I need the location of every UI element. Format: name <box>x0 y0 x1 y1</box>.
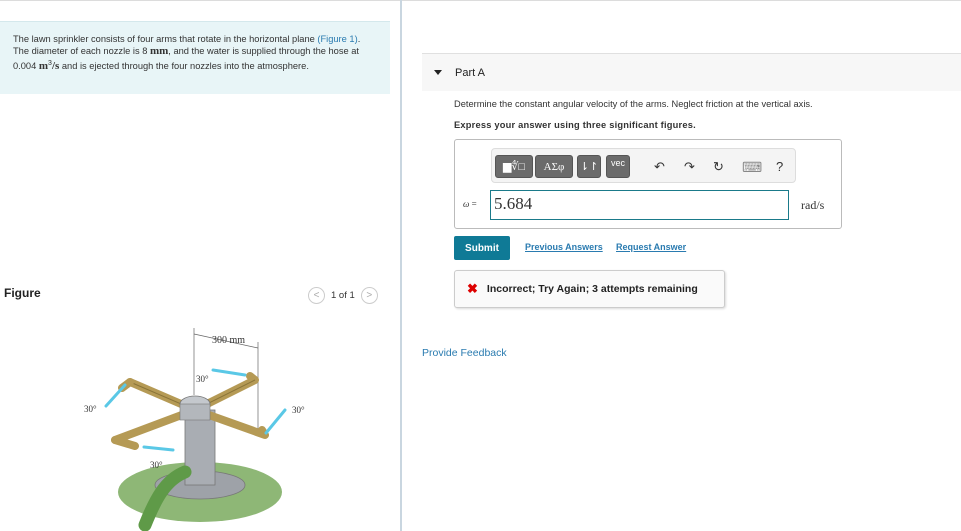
feedback-text: Incorrect; Try Again; 3 attempts remaini… <box>486 283 698 295</box>
figure-link[interactable]: (Figure 1) <box>317 34 357 44</box>
next-figure-button[interactable]: > <box>360 287 378 304</box>
pane-divider[interactable] <box>400 0 402 531</box>
undo-icon[interactable]: ↶ <box>654 159 665 175</box>
feedback-message: ✖ Incorrect; Try Again; 3 attempts remai… <box>454 270 725 308</box>
unit-m: m <box>38 59 49 72</box>
instruction-text: Express your answer using three signific… <box>454 120 696 130</box>
dimension-label: 300 mm <box>212 335 245 346</box>
answer-units: rad/s <box>801 198 825 212</box>
submit-button[interactable]: Submit <box>454 236 510 260</box>
vector-button[interactable]: vec <box>606 155 630 178</box>
answer-box: ▆∜□ ΑΣφ ⇂↾ vec ↶ ↷ ↻ ⌨ ? ω = 5.684 rad/s <box>454 139 842 229</box>
arrows-button[interactable]: ⇂↾ <box>577 155 601 178</box>
question-text: Determine the constant angular velocity … <box>454 99 813 109</box>
angle-label-left: 30° <box>84 404 97 414</box>
left-pane: The lawn sprinkler consists of four arms… <box>0 0 400 531</box>
collapse-triangle-icon <box>434 70 442 75</box>
templates-button[interactable]: ▆∜□ <box>495 155 533 178</box>
figure-pager: < 1 of 1 > <box>308 287 378 304</box>
answer-input[interactable]: 5.684 <box>490 190 789 220</box>
reset-icon[interactable]: ↻ <box>713 159 724 175</box>
chevron-left-icon: < <box>313 290 320 301</box>
greek-symbols-button[interactable]: ΑΣφ <box>535 155 573 178</box>
figure-header: Figure <box>4 286 41 300</box>
answer-variable-label: ω = <box>463 199 477 209</box>
problem-text: The lawn sprinkler consists of four arms… <box>13 34 315 44</box>
keyboard-icon[interactable]: ⌨ <box>742 159 762 176</box>
part-a-header[interactable]: Part A <box>422 53 961 91</box>
sprinkler-figure: 300 mm 30° 30° 30° 30° <box>84 328 305 531</box>
problem-statement: The lawn sprinkler consists of four arms… <box>0 21 390 94</box>
request-answer-link[interactable]: Request Answer <box>616 242 686 252</box>
help-button[interactable]: ? <box>776 159 783 174</box>
omega-symbol: ω <box>463 199 470 209</box>
provide-feedback-link[interactable]: Provide Feedback <box>422 347 507 359</box>
part-label: Part A <box>455 66 485 79</box>
prev-figure-button[interactable]: < <box>308 287 325 304</box>
angle-label-right: 30° <box>292 405 305 415</box>
incorrect-x-icon: ✖ <box>467 281 478 296</box>
unit-mm: mm <box>149 45 169 58</box>
chevron-right-icon: > <box>366 290 373 301</box>
hub-body <box>179 403 211 421</box>
redo-icon[interactable]: ↷ <box>684 159 695 175</box>
angle-label-bottom: 30° <box>150 460 163 470</box>
previous-answers-link[interactable]: Previous Answers <box>525 242 603 252</box>
angle-label-top: 30° <box>196 374 209 384</box>
pager-text: 1 of 1 <box>331 290 355 301</box>
math-toolbar: ▆∜□ ΑΣφ ⇂↾ vec ↶ ↷ ↻ ⌨ ? <box>491 148 796 183</box>
problem-text: and is ejected through the four nozzles … <box>59 60 309 71</box>
equals-sign: = <box>471 199 477 209</box>
